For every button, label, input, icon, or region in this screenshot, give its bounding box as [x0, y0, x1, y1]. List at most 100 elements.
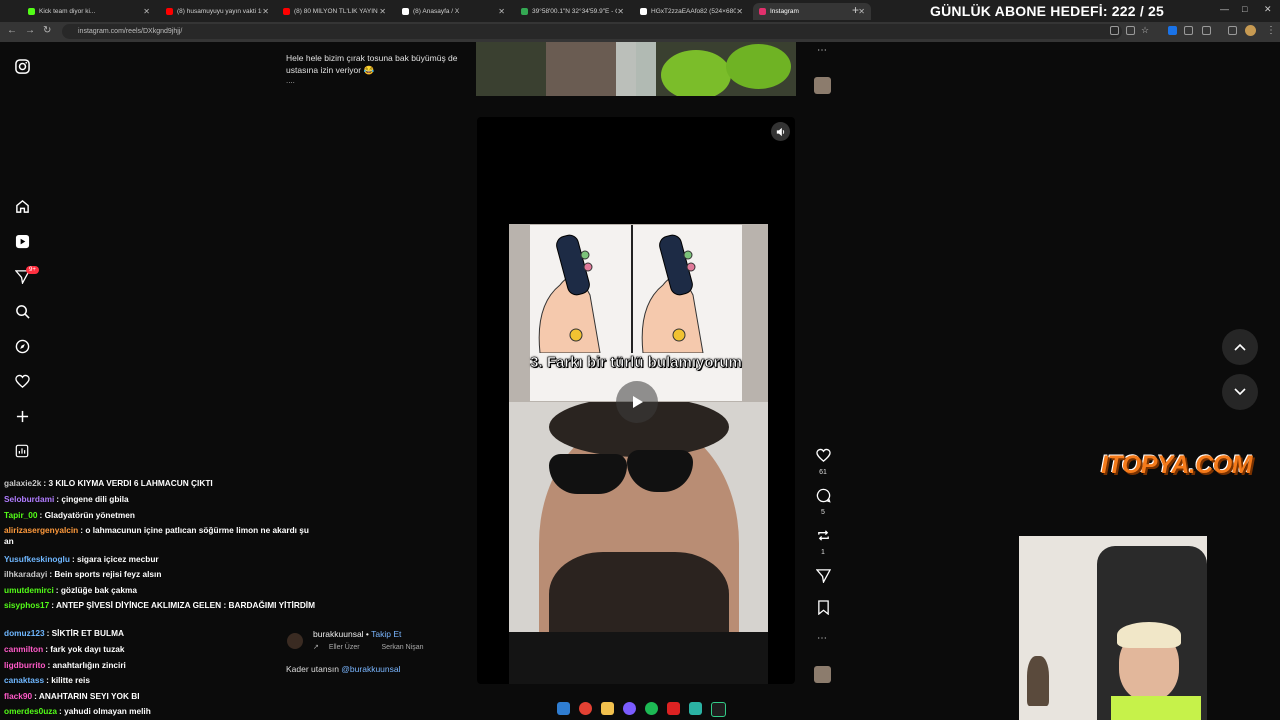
comment-button[interactable]: 5	[810, 488, 836, 516]
browser-tab[interactable]: (8) husamuyuyu yayın vakti 16 - ✕	[160, 3, 275, 20]
like-button[interactable]: 61	[810, 448, 836, 476]
dashboard-icon[interactable]	[13, 442, 31, 460]
instagram-logo-icon[interactable]	[13, 57, 31, 75]
cast-icon[interactable]	[1110, 26, 1119, 35]
chat-username[interactable]: Tapir_00	[4, 510, 38, 520]
tab-close-icon[interactable]: ✕	[143, 7, 150, 16]
browser-tab[interactable]: (8) Anasayfa / X ✕	[396, 3, 511, 20]
heart-icon	[815, 448, 831, 462]
chrome-icon[interactable]	[579, 702, 592, 715]
previous-reel-video[interactable]	[476, 42, 796, 96]
search-icon[interactable]	[13, 302, 31, 320]
author-name[interactable]: burakkuunsal	[313, 629, 364, 639]
chat-username[interactable]: canmilton	[4, 644, 43, 654]
chat-message: galaxie2k: 3 KILO KIYMA VERDI 6 LAHMACUN…	[4, 478, 316, 489]
heart-notifications-icon[interactable]	[13, 372, 31, 390]
audio-thumbnail[interactable]	[814, 666, 831, 683]
app-icon-teal[interactable]	[689, 702, 702, 715]
play-button-icon[interactable]	[616, 381, 658, 423]
person-shirt	[509, 632, 768, 684]
browser-tab[interactable]: Kick team diyor ki... ✕	[22, 3, 156, 20]
chat-username[interactable]: ilhkaradayi	[4, 569, 47, 579]
browser-tab[interactable]: (8) 80 MİLYON TL'LİK YAYIN ✕	[277, 3, 392, 20]
bookmark-star-icon[interactable]: ☆	[1141, 25, 1149, 36]
prev-reel-lime	[661, 50, 731, 96]
chat-username[interactable]: alirizasergenyalcin	[4, 525, 78, 535]
taskbar	[0, 696, 1280, 720]
chat-username[interactable]: Yusufkeskinoglu	[4, 554, 70, 564]
comment-icon	[816, 488, 831, 503]
music-line[interactable]: ↗ Eller Üzer Serkan Nişan	[313, 643, 424, 651]
chat-text: : fark yok dayı tuzak	[45, 644, 125, 654]
keychain-illustration	[538, 234, 704, 354]
chat-username[interactable]: canaktass	[4, 675, 44, 685]
tab-close-icon[interactable]: ✕	[498, 7, 505, 16]
home-icon[interactable]	[13, 197, 31, 215]
app-icon-x[interactable]	[667, 702, 680, 715]
share-button[interactable]	[810, 568, 836, 588]
tab-close-icon[interactable]: ✕	[379, 7, 386, 16]
tab-close-icon[interactable]: ✕	[858, 7, 865, 16]
chat-message: Seloburdami: çingene dili gbila	[4, 494, 316, 505]
more-options-icon[interactable]: ⋯	[817, 633, 827, 644]
minimize-icon[interactable]: —	[1220, 4, 1229, 14]
tab-title: HGxT2zzaEAAfo82 (524×680)	[651, 8, 737, 15]
prev-reel-lime-2	[726, 44, 791, 89]
tab-close-icon[interactable]: ✕	[262, 7, 269, 16]
chat-message: canaktass: kilitte reis	[4, 675, 316, 686]
chat-username[interactable]: sisyphos17	[4, 600, 49, 610]
chat-username[interactable]: ligdburrito	[4, 660, 45, 670]
chat-message: alirizasergenyalcin: o lahmacunun içine …	[4, 525, 316, 547]
chat-message: canmilton: fark yok dayı tuzak	[4, 644, 316, 655]
author-line: burakkuunsal • Takip Et	[313, 629, 402, 639]
extension-icon-2[interactable]	[1184, 26, 1193, 35]
explore-compass-icon[interactable]	[13, 337, 31, 355]
tab-title: (8) 80 MİLYON TL'LİK YAYIN	[294, 8, 378, 15]
repost-button[interactable]: 1	[810, 528, 836, 556]
volume-icon[interactable]	[771, 122, 790, 141]
save-button[interactable]	[810, 600, 836, 620]
chat-username[interactable]: umutdemirci	[4, 585, 54, 595]
file-explorer-icon[interactable]	[601, 702, 614, 715]
zoom-icon[interactable]	[1126, 26, 1135, 35]
previous-reel-button[interactable]	[1222, 329, 1258, 365]
browser-tab[interactable]: HGxT2zzaEAAfo82 (524×680) ✕	[634, 3, 749, 20]
obs-icon[interactable]	[711, 702, 726, 717]
create-plus-icon[interactable]	[13, 407, 31, 425]
menu-dots-icon[interactable]: ⋮	[1266, 25, 1276, 36]
chat-username[interactable]: Seloburdami	[4, 494, 54, 504]
maximize-icon[interactable]: □	[1242, 4, 1247, 14]
start-icon[interactable]	[557, 702, 570, 715]
follow-button[interactable]: Takip Et	[371, 629, 401, 639]
chat-text: : Bein sports rejisi feyz alsın	[49, 569, 162, 579]
tab-close-icon[interactable]: ✕	[736, 7, 743, 16]
extension-icon[interactable]	[1168, 26, 1177, 35]
sidepanel-icon[interactable]	[1228, 26, 1237, 35]
discord-icon[interactable]	[623, 702, 636, 715]
next-reel-button[interactable]	[1222, 374, 1258, 410]
chat-username[interactable]: domuz123	[4, 628, 45, 638]
tab-close-icon[interactable]: ✕	[617, 7, 624, 16]
close-window-icon[interactable]: ✕	[1264, 4, 1272, 15]
repost-count: 1	[821, 549, 825, 556]
reels-icon[interactable]	[13, 232, 31, 250]
tab-favicon-icon	[759, 8, 766, 15]
chat-username[interactable]: galaxie2k	[4, 478, 41, 488]
forward-icon[interactable]: →	[25, 25, 35, 36]
profile-avatar[interactable]	[1245, 25, 1256, 36]
notification-badge: 9+	[26, 266, 39, 274]
caption-mention[interactable]: @burakkuunsal	[341, 664, 400, 674]
chat-text: : SİKTİR ET BULMA	[46, 628, 125, 638]
caption-more[interactable]: ....	[286, 76, 295, 85]
spotify-icon[interactable]	[645, 702, 658, 715]
back-icon[interactable]: ←	[7, 25, 17, 36]
chat-text: : sigara içicez mecbur	[71, 554, 159, 564]
new-tab-button[interactable]: +	[852, 3, 859, 17]
browser-tab[interactable]: 39°58'00.1"N 32°34'59.9"E - G... ✕	[515, 3, 630, 20]
url-field[interactable]: instagram.com/reels/DXkgnd9jhjj/	[62, 24, 1122, 39]
reload-icon[interactable]: ↻	[43, 25, 51, 36]
prev-audio-thumbnail[interactable]	[814, 77, 831, 94]
extensions-puzzle-icon[interactable]	[1202, 26, 1211, 35]
reel-overlay-text: 3. Farkı bir türlü bulamıyorum	[530, 354, 742, 372]
prev-more-options-icon[interactable]: ⋯	[817, 45, 827, 56]
